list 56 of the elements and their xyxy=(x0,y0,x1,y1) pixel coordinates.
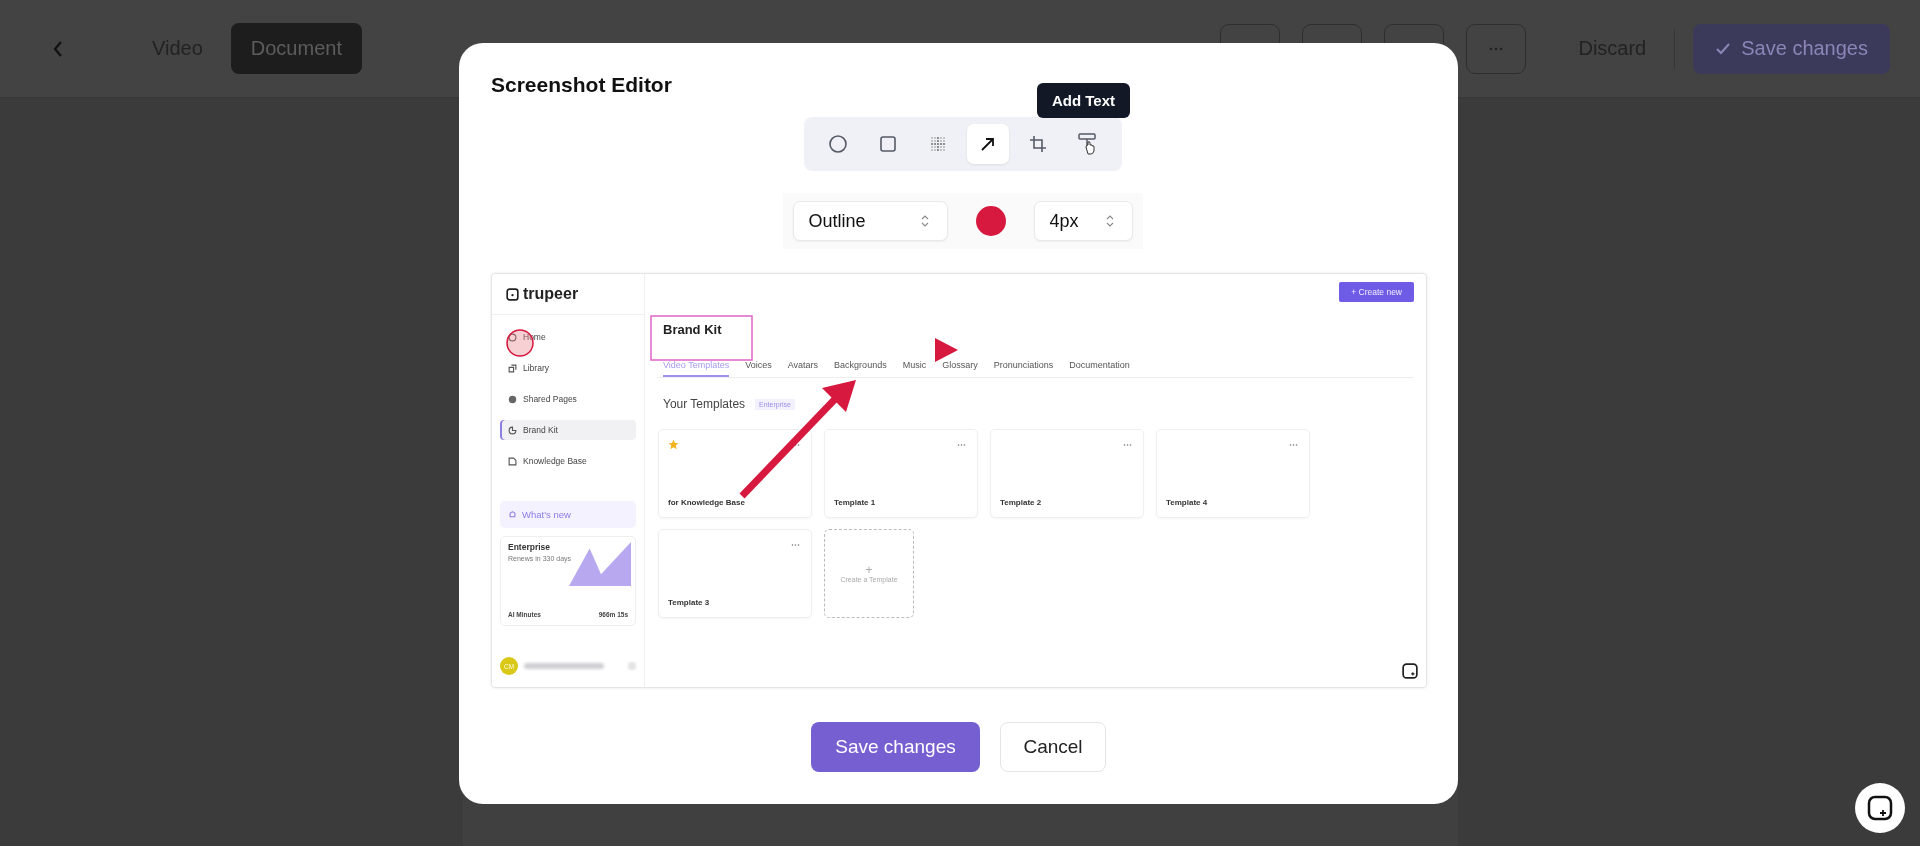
nav-item[interactable]: Knowledge Base xyxy=(500,451,636,471)
updown-icon xyxy=(920,215,929,227)
section-tab[interactable]: Documentation xyxy=(1069,360,1130,377)
template-name: Template 2 xyxy=(1000,498,1043,507)
color-swatch[interactable] xyxy=(975,206,1006,236)
check-icon xyxy=(1715,41,1732,56)
tooltip: Add Text xyxy=(1037,83,1131,118)
document-icon xyxy=(508,456,517,466)
nav-item[interactable]: Library xyxy=(500,358,636,378)
section-tab[interactable]: Glossary xyxy=(942,360,978,377)
template-name: Template 3 xyxy=(668,598,711,607)
section-tab[interactable]: Backgrounds xyxy=(834,360,887,377)
logo-text: trupeer xyxy=(523,285,579,303)
dialog-title: Screenshot Editor xyxy=(491,73,673,97)
flag-annotation[interactable] xyxy=(935,338,958,362)
nav-item[interactable]: Shared Pages xyxy=(500,389,636,409)
add-icon xyxy=(1865,793,1895,823)
dots-icon xyxy=(928,135,947,153)
logo-icon xyxy=(506,287,519,301)
template-name: Template 1 xyxy=(834,498,877,507)
create-new-button[interactable]: + Create new xyxy=(1339,282,1414,302)
section-tab[interactable]: Pronunciations xyxy=(993,360,1054,377)
template-card[interactable]: for Knowledge Base xyxy=(658,429,812,518)
template-name: Template 4 xyxy=(1166,498,1209,507)
add-button[interactable] xyxy=(1855,783,1905,833)
more-icon xyxy=(1489,46,1504,51)
copy-icon xyxy=(508,363,517,373)
back-icon xyxy=(52,39,64,58)
template-card[interactable]: Template 3 xyxy=(658,529,812,618)
template-card[interactable]: Template 4 xyxy=(1156,429,1310,518)
page-heading: Brand Kit xyxy=(663,322,723,337)
circle-icon xyxy=(827,134,848,154)
section-tab[interactable]: Music xyxy=(902,360,927,377)
plan-title: Enterprise xyxy=(508,542,552,552)
bell-icon xyxy=(508,510,517,519)
updown-icon xyxy=(1105,215,1114,227)
style-select[interactable]: Outline xyxy=(792,201,948,241)
palette-icon xyxy=(508,425,517,435)
cancel-button[interactable]: Cancel xyxy=(1000,722,1106,772)
nav-item[interactable]: Brand Kit xyxy=(500,420,636,440)
template-card[interactable]: Template 1 xyxy=(824,429,978,518)
crop-icon xyxy=(1027,134,1048,154)
home-icon xyxy=(508,332,517,342)
size-select[interactable]: 4px xyxy=(1033,201,1133,241)
square-icon xyxy=(877,134,898,154)
template-name: for Knowledge Base xyxy=(668,498,746,507)
text-icon xyxy=(1076,132,1099,156)
usage-chart xyxy=(569,542,631,586)
add-icon[interactable] xyxy=(1402,663,1418,679)
section-tab[interactable]: Voices xyxy=(745,360,772,377)
arrow-tool[interactable] xyxy=(966,124,1009,164)
template-card[interactable]: Template 2 xyxy=(990,429,1144,518)
save-button[interactable]: Save changes xyxy=(811,722,980,772)
section-tab[interactable]: Avatars xyxy=(787,360,819,377)
section-title: Your Templates xyxy=(663,397,746,411)
rectangle-annotation[interactable] xyxy=(650,315,753,361)
